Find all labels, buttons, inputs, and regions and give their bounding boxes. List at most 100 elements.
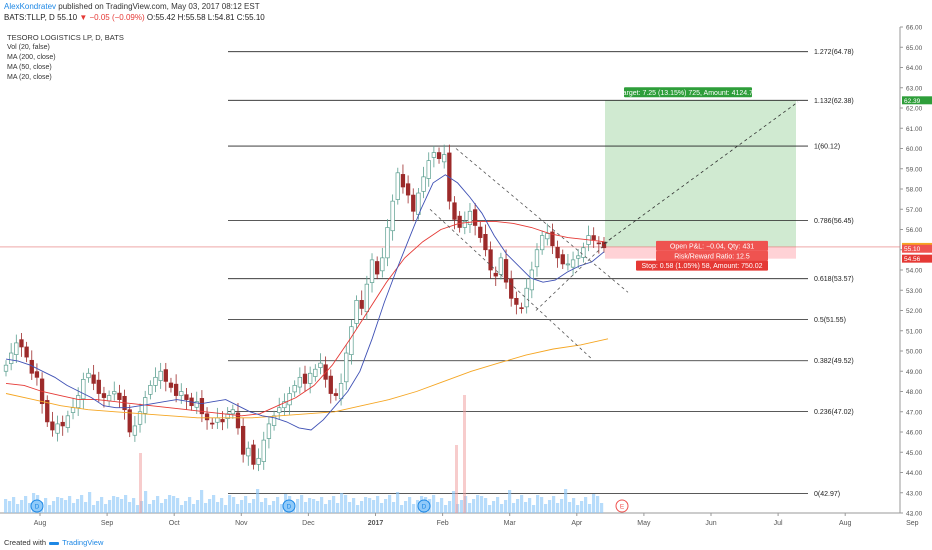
created-with-text: Created with — [4, 538, 47, 547]
volume-bar — [276, 497, 280, 513]
candle-body — [302, 373, 308, 384]
volume-bar — [440, 498, 444, 513]
volume-bar — [396, 492, 400, 513]
volume-bar — [44, 498, 48, 513]
volume-bar — [256, 489, 260, 513]
volume-bar — [404, 501, 408, 513]
open-pnl-label: Open P&L: −0.04, Qty: 431 — [670, 243, 754, 250]
volume-bar — [548, 500, 552, 513]
volume-bar — [120, 499, 124, 513]
y-tick-label: 52.00 — [906, 308, 923, 315]
candle-body — [261, 439, 266, 462]
candle-body — [395, 172, 400, 200]
candle-body — [457, 215, 462, 228]
candle-body — [277, 407, 282, 413]
candle-body — [478, 226, 483, 238]
y-tick-label: 45.00 — [906, 450, 923, 457]
symbol: BATS:TLLP, D — [4, 13, 55, 22]
volume-bar — [544, 504, 548, 513]
y-tick-label: 46.00 — [906, 430, 923, 437]
x-tick-label: Dec — [302, 520, 315, 527]
candle-body — [91, 374, 96, 384]
legend-ma50[interactable]: MA (50, close) — [7, 63, 124, 73]
candle-body — [246, 447, 251, 457]
volume-bar — [212, 495, 216, 513]
price-chart[interactable]: 66.00 65.00 64.00 63.00 62.00 61.00 60.00 59.00… — [0, 0, 932, 550]
candle-body — [581, 247, 586, 258]
volume-bar — [468, 503, 472, 513]
x-tick-label: Apr — [571, 520, 583, 527]
volume-bar — [480, 496, 484, 513]
candle-body — [333, 393, 339, 396]
last-price: 55.10 — [57, 13, 78, 22]
volume-bar — [488, 505, 492, 513]
volume-bar — [352, 498, 356, 513]
price-change: ▼ −0.05 (−0.09%) — [79, 13, 145, 22]
published-text: published on TradingView.com, May 03, 20… — [58, 2, 260, 11]
candle-body — [256, 457, 261, 465]
volume-bar — [312, 499, 316, 513]
volume-bar — [528, 498, 532, 513]
y-tick-label: 64.00 — [906, 65, 923, 72]
volume-bar — [252, 499, 256, 513]
volume-bar — [136, 505, 140, 513]
volume-bar — [408, 497, 412, 513]
fib-level-label: 0.5(51.55) — [814, 317, 846, 324]
volume-bar — [16, 504, 20, 513]
candle-body — [576, 255, 581, 259]
fib-level-label: 0(42.97) — [814, 491, 840, 498]
volume-bar — [220, 498, 224, 513]
volume-bar — [388, 495, 392, 513]
volume-bar — [496, 497, 500, 513]
candle-body — [354, 300, 359, 324]
fib-level-label: 0.382(49.52) — [814, 358, 854, 365]
candle-body — [436, 152, 442, 159]
y-tick-label: 49.00 — [906, 369, 923, 376]
candle-body — [400, 174, 406, 188]
volume-bar — [268, 505, 272, 513]
author-link[interactable]: AlexKondratev — [4, 2, 56, 11]
tradingview-brand[interactable]: TradingView — [62, 538, 103, 547]
volume-bar — [204, 503, 208, 513]
volume-bar — [80, 495, 84, 513]
y-tick-label: 59.00 — [906, 166, 923, 173]
volume-bar — [592, 494, 596, 513]
legend-volume[interactable]: Vol (20, false) — [7, 43, 124, 53]
volume-bar — [344, 495, 348, 513]
volume-bar — [76, 499, 80, 513]
wedge-lower-line — [535, 237, 613, 311]
candle-body — [297, 376, 302, 388]
x-tick-label: Aug — [34, 520, 47, 527]
x-tick-label: 2017 — [368, 520, 384, 527]
candle-body — [81, 379, 86, 400]
candle-body — [545, 233, 550, 240]
volume-bar — [448, 501, 452, 513]
y-tick-label: 62.00 — [906, 106, 923, 113]
legend-ma200[interactable]: MA (200, close) — [7, 53, 124, 63]
candle-body — [308, 372, 313, 384]
volume-bars — [4, 489, 604, 513]
candle-body — [349, 326, 354, 355]
candle-body — [65, 415, 71, 428]
stop-label: Stop: 0.58 (1.05%) 58, Amount: 750.02 — [641, 263, 762, 270]
candle-body — [570, 259, 576, 268]
candle-body — [426, 160, 431, 179]
candle-body — [369, 259, 375, 283]
candle-body — [34, 371, 40, 378]
volume-bar — [124, 495, 128, 513]
volume-bar — [236, 504, 240, 513]
volume-bar — [192, 504, 196, 513]
candle-body — [442, 154, 447, 163]
legend-ma20[interactable]: MA (20, close) — [7, 73, 124, 83]
candle-body — [9, 352, 14, 364]
candle-body — [215, 417, 220, 423]
y-tick-label: 48.00 — [906, 389, 923, 396]
volume-bar — [148, 504, 152, 513]
volume-bar — [248, 503, 252, 513]
candle-body — [565, 263, 571, 266]
candle-body — [364, 283, 370, 313]
y-tick-label: 51.00 — [906, 328, 923, 335]
candle-body — [251, 444, 256, 465]
volume-bar — [164, 499, 168, 513]
y-tick-label: 47.00 — [906, 409, 923, 416]
